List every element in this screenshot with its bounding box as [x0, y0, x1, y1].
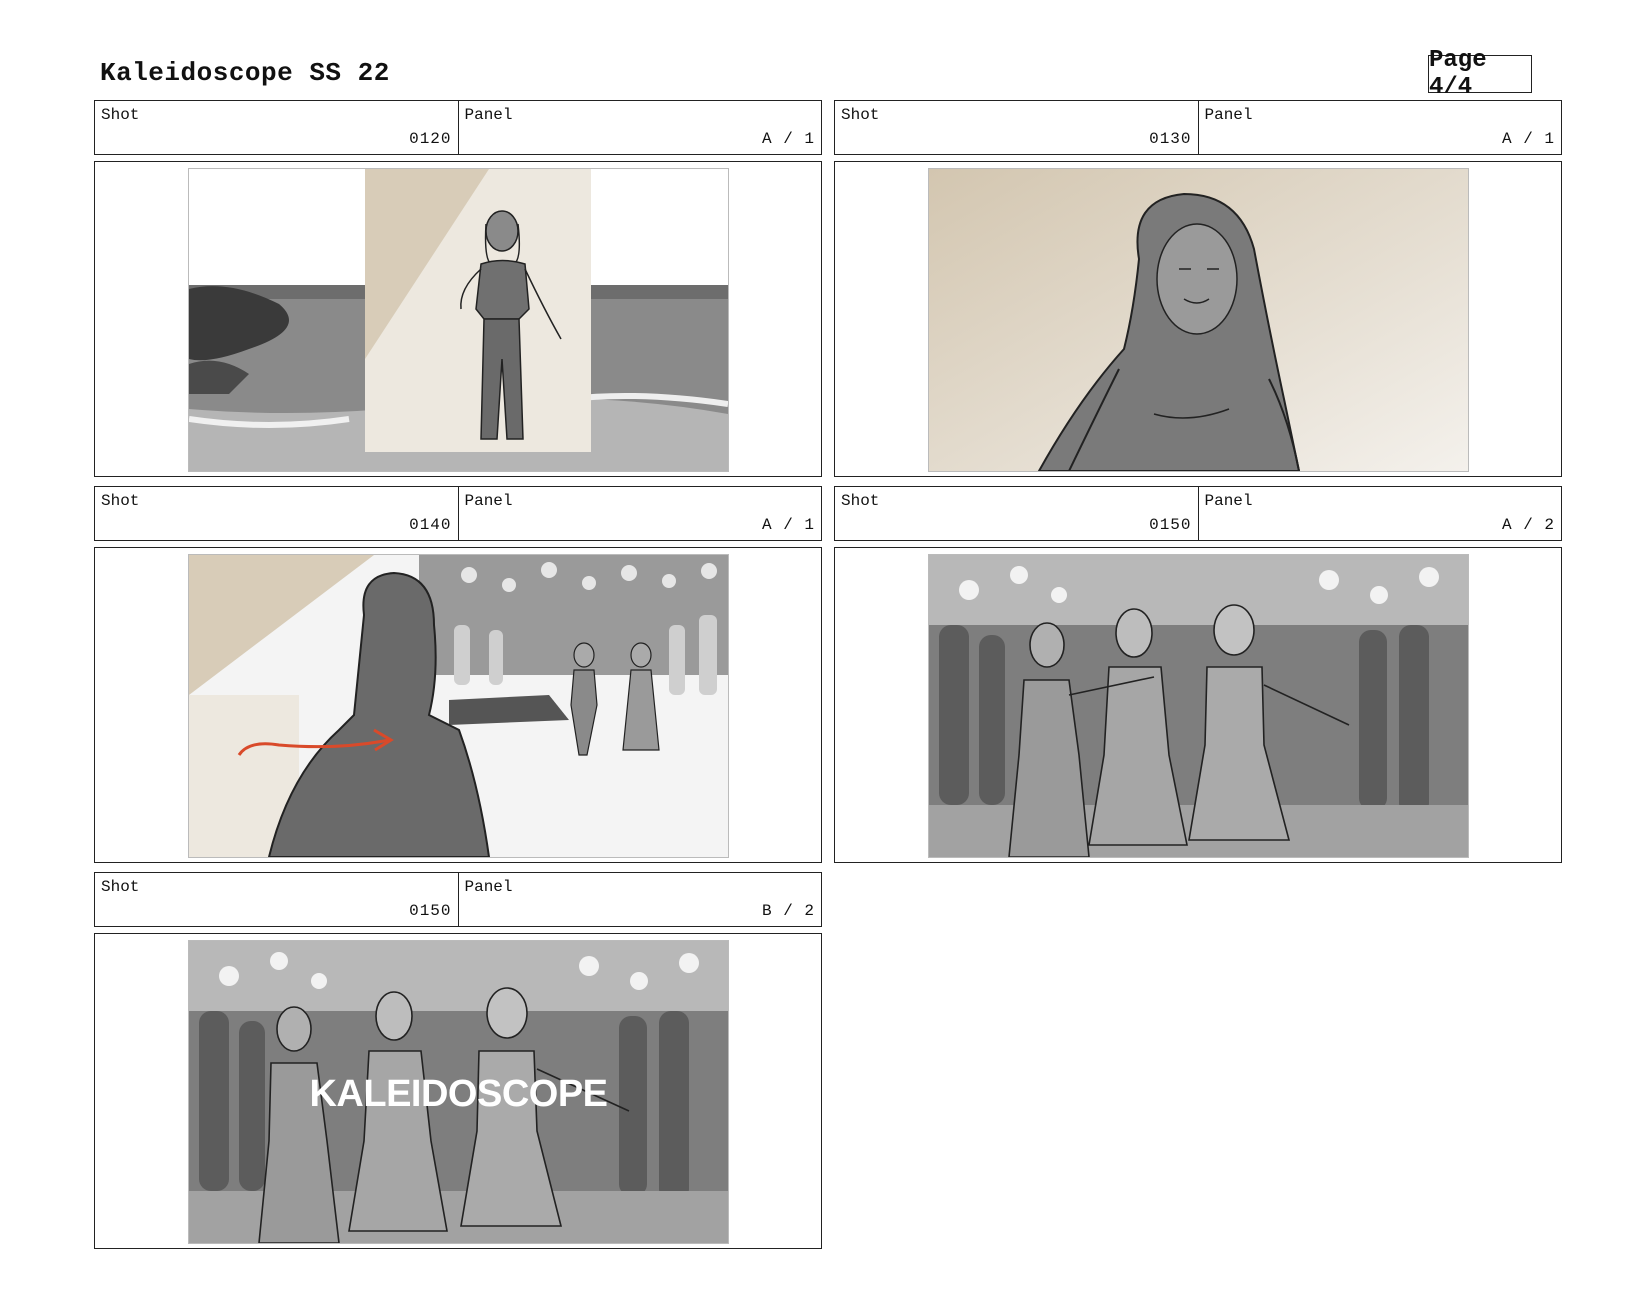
- panel-label: Panel: [1204, 492, 1253, 510]
- panel-number: B / 2: [761, 902, 815, 920]
- panel-header: Shot 0120 Panel A / 1: [94, 100, 822, 155]
- sketch-image: [188, 554, 729, 858]
- shot-field: Shot 0130: [835, 101, 1198, 154]
- shot-label: Shot: [841, 106, 880, 124]
- shot-number: 0130: [1149, 130, 1192, 148]
- shot-number: 0120: [409, 130, 452, 148]
- page-number-box: Page 4/4: [1428, 47, 1532, 101]
- sketch-image: [188, 168, 729, 472]
- shot-field: Shot 0140: [95, 487, 458, 540]
- panel-frame: [834, 161, 1562, 477]
- shot-label: Shot: [101, 878, 140, 896]
- panel-label: Panel: [464, 106, 513, 124]
- panel-frame: KALEIDOSCOPE: [94, 933, 822, 1249]
- panel-header: Shot 0150 Panel B / 2: [94, 872, 822, 927]
- panel-field: Panel A / 1: [457, 487, 822, 540]
- panel-label: Panel: [1204, 106, 1253, 124]
- panel-label: Panel: [464, 878, 513, 896]
- panel-field: Panel A / 1: [1197, 101, 1562, 154]
- sketch-image: KALEIDOSCOPE: [188, 940, 729, 1244]
- shot-number: 0140: [409, 516, 452, 534]
- panel-header: Shot 0150 Panel A / 2: [834, 486, 1562, 541]
- shot-label: Shot: [841, 492, 880, 510]
- sketch-image: [928, 554, 1469, 858]
- panel-frame: [94, 161, 822, 477]
- shot-label: Shot: [101, 106, 140, 124]
- panel-frame: [834, 547, 1562, 863]
- panel-field: Panel A / 2: [1197, 487, 1562, 540]
- panel-field: Panel A / 1: [457, 101, 822, 154]
- panel-number: A / 2: [1501, 516, 1555, 534]
- panel-header: Shot 0130 Panel A / 1: [834, 100, 1562, 155]
- panel-field: Panel B / 2: [457, 873, 822, 926]
- shot-label: Shot: [101, 492, 140, 510]
- panel-number: A / 1: [1501, 130, 1555, 148]
- document-title: Kaleidoscope SS 22: [100, 58, 390, 88]
- sketch-image: [928, 168, 1469, 472]
- panel-label: Panel: [464, 492, 513, 510]
- panel-frame: [94, 547, 822, 863]
- shot-number: 0150: [1149, 516, 1192, 534]
- shot-number: 0150: [409, 902, 452, 920]
- panel-number: A / 1: [761, 130, 815, 148]
- shot-field: Shot 0150: [95, 873, 458, 926]
- panel-number: A / 1: [761, 516, 815, 534]
- panel-header: Shot 0140 Panel A / 1: [94, 486, 822, 541]
- shot-field: Shot 0150: [835, 487, 1198, 540]
- title-overlay-text: KALEIDOSCOPE: [309, 1073, 608, 1115]
- shot-field: Shot 0120: [95, 101, 458, 154]
